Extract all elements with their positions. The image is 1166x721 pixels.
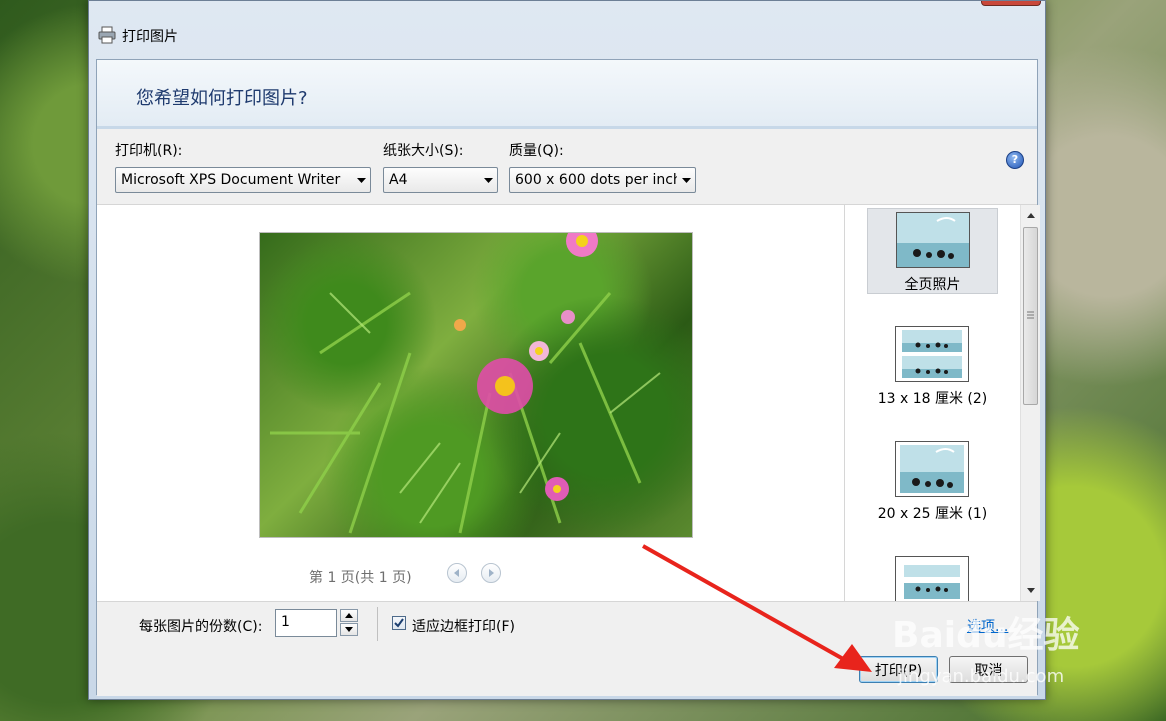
layout-more[interactable] bbox=[867, 553, 998, 601]
copies-input[interactable]: 1 bbox=[275, 609, 337, 637]
scroll-down-icon bbox=[1027, 588, 1035, 593]
dialog-heading: 您希望如何打印图片? bbox=[136, 88, 308, 109]
layout-20x25[interactable]: 20 x 25 厘米 (1) bbox=[867, 438, 998, 524]
next-page-button[interactable] bbox=[481, 563, 501, 583]
quality-label: 质量(Q): bbox=[509, 143, 564, 159]
copies-label: 每张图片的份数(C): bbox=[139, 619, 263, 635]
layout-label: 13 x 18 厘米 (2) bbox=[877, 391, 988, 407]
quality-select[interactable]: 600 x 600 dots per inch bbox=[509, 167, 696, 193]
layout-thumbnail bbox=[896, 212, 970, 268]
paper-size-value: A4 bbox=[389, 172, 408, 188]
layout-13x18[interactable]: 13 x 18 厘米 (2) bbox=[867, 323, 998, 409]
paper-size-select[interactable]: A4 bbox=[383, 167, 498, 193]
copies-decrement-button[interactable] bbox=[340, 623, 358, 636]
header-band: 您希望如何打印图片? bbox=[97, 60, 1037, 129]
print-button[interactable]: 打印(P) bbox=[859, 656, 938, 683]
fit-frame-label[interactable]: 适应边框打印(F) bbox=[412, 616, 515, 636]
preview-area: 第 1 页(共 1 页) bbox=[97, 205, 844, 601]
chevron-down-icon bbox=[677, 168, 695, 192]
photo-preview bbox=[259, 232, 693, 538]
grip-icon bbox=[1027, 311, 1034, 319]
layout-label: 20 x 25 厘米 (1) bbox=[877, 506, 988, 522]
chevron-down-icon bbox=[479, 168, 497, 192]
chevron-down-icon bbox=[352, 168, 370, 192]
fit-frame-checkbox[interactable] bbox=[392, 616, 406, 630]
chevron-right-icon bbox=[489, 569, 494, 577]
divider bbox=[377, 607, 378, 641]
dialog-client: 您希望如何打印图片? 打印机(R): Microsoft XPS Documen… bbox=[96, 59, 1040, 696]
printer-icon bbox=[97, 25, 117, 45]
scrollbar-thumb[interactable] bbox=[1023, 227, 1038, 405]
printer-label: 打印机(R): bbox=[115, 143, 183, 159]
quality-value: 600 x 600 dots per inch bbox=[515, 172, 677, 188]
layout-full-page-photo[interactable]: 全页照片 bbox=[867, 208, 998, 294]
printer-select-value: Microsoft XPS Document Writer bbox=[121, 172, 341, 188]
window-title: 打印图片 bbox=[122, 29, 178, 45]
layout-list[interactable]: 全页照片 13 x 18 厘米 (2) 20 x 25 厘米 (1) bbox=[844, 205, 1040, 601]
copies-increment-button[interactable] bbox=[340, 609, 358, 622]
options-link[interactable]: 选项... bbox=[967, 616, 1008, 636]
cancel-button[interactable]: 取消 bbox=[949, 656, 1028, 683]
chevron-left-icon bbox=[454, 569, 459, 577]
scroll-up-icon bbox=[1027, 213, 1035, 218]
options-row: 每张图片的份数(C): 1 适应边框打印(F) 选项... bbox=[97, 601, 1037, 648]
paper-size-label: 纸张大小(S): bbox=[383, 143, 464, 159]
title-bar[interactable]: 打印图片 bbox=[89, 1, 1045, 59]
layout-thumbnail bbox=[895, 556, 969, 601]
print-pictures-dialog: 打印图片 您希望如何打印图片? 打印机(R): Microsoft XPS Do… bbox=[88, 0, 1046, 700]
layout-thumbnail bbox=[895, 441, 969, 497]
chevron-down-icon bbox=[345, 627, 353, 632]
previous-page-button[interactable] bbox=[447, 563, 467, 583]
page-indicator: 第 1 页(共 1 页) bbox=[309, 570, 412, 586]
help-icon[interactable]: ? bbox=[1006, 151, 1024, 169]
settings-row: 打印机(R): Microsoft XPS Document Writer 纸张… bbox=[97, 129, 1037, 205]
layout-scrollbar[interactable] bbox=[1020, 205, 1040, 601]
checkmark-icon bbox=[394, 618, 404, 628]
printer-select[interactable]: Microsoft XPS Document Writer bbox=[115, 167, 371, 193]
button-row: 打印(P) 取消 bbox=[97, 647, 1037, 696]
chevron-up-icon bbox=[345, 613, 353, 618]
layout-thumbnail bbox=[895, 326, 969, 382]
layout-label: 全页照片 bbox=[904, 277, 961, 293]
close-button[interactable] bbox=[981, 1, 1041, 6]
